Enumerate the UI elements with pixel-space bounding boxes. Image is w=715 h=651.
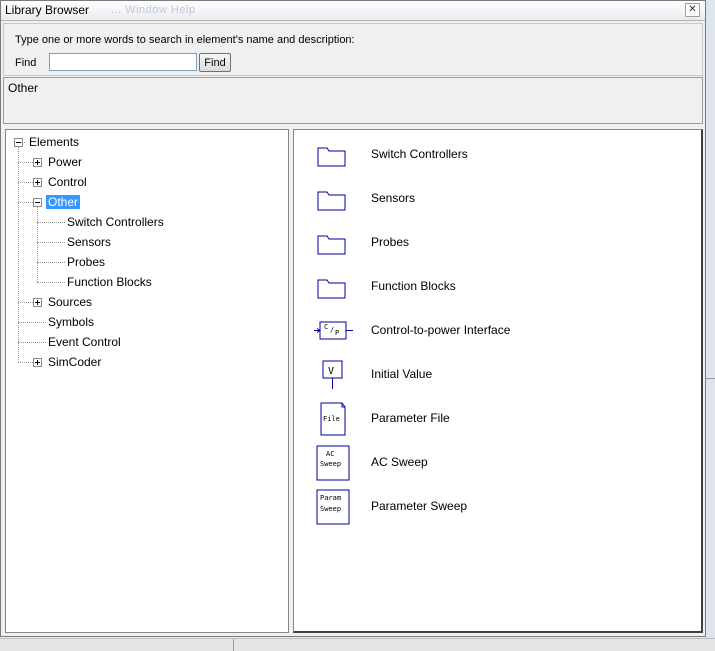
svg-text:P: P [335, 329, 339, 337]
svg-text:File: File [323, 415, 340, 423]
tree-node-label: Control [48, 175, 87, 189]
element-list[interactable]: Switch Controllers Sensors Probes Functi… [293, 129, 703, 633]
initial-value-icon: V [322, 360, 343, 389]
tree-node-label: SimCoder [48, 355, 102, 369]
list-item-initial-value[interactable]: V Initial Value [314, 355, 694, 395]
background-window-edge [705, 0, 715, 650]
tree-node-label: Sensors [67, 235, 112, 249]
tree-node-sources[interactable]: Sources [46, 293, 94, 311]
background-menu-ghost: ... Window Help [111, 4, 196, 16]
list-item-parameter-file[interactable]: File Parameter File [314, 399, 694, 439]
tree-node-simcoder[interactable]: SimCoder [46, 353, 103, 371]
folder-icon [317, 235, 346, 255]
tree-node-function-blocks[interactable]: Function Blocks [65, 273, 154, 291]
tree-node-symbols[interactable]: Symbols [46, 313, 96, 331]
parameter-file-icon: File [320, 402, 346, 436]
list-item-label: Parameter Sweep [371, 499, 468, 513]
search-panel: Type one or more words to search in elem… [3, 23, 703, 76]
tree-line-root [18, 147, 19, 362]
close-button[interactable]: ✕ [685, 3, 700, 17]
svg-text:Param: Param [320, 494, 341, 502]
list-item-label: Probes [371, 235, 410, 249]
tree-line-other [37, 207, 38, 282]
list-item-ac-sweep[interactable]: AC Sweep AC Sweep [314, 443, 694, 483]
svg-text:AC: AC [326, 450, 334, 458]
folder-icon [317, 279, 346, 299]
find-button[interactable]: Find [199, 53, 231, 72]
window-title: Library Browser [5, 3, 90, 17]
tree-node-label: Symbols [48, 315, 95, 329]
background-divider [706, 378, 715, 379]
tree-node-switch-controllers[interactable]: Switch Controllers [65, 213, 166, 231]
description-text: Other [8, 81, 39, 95]
expand-icon[interactable] [33, 158, 42, 167]
find-label: Find [15, 57, 37, 69]
list-item-control-to-power-interface[interactable]: C / P Control-to-power Interface [314, 311, 694, 351]
search-hint: Type one or more words to search in elem… [15, 34, 355, 46]
status-bar-separator [233, 639, 234, 651]
list-item-sensors[interactable]: Sensors [314, 179, 694, 219]
list-item-label: Switch Controllers [371, 147, 468, 161]
element-tree[interactable]: Elements Power Control Other Switch Cont… [5, 129, 289, 633]
tree-node-power[interactable]: Power [46, 153, 84, 171]
list-item-switch-controllers[interactable]: Switch Controllers [314, 135, 694, 175]
expand-icon[interactable] [33, 358, 42, 367]
svg-text:Sweep: Sweep [320, 505, 341, 513]
tree-node-label: Function Blocks [67, 275, 152, 289]
tree-node-label: Sources [48, 295, 93, 309]
list-item-probes[interactable]: Probes [314, 223, 694, 263]
tree-node-other[interactable]: Other [46, 193, 81, 211]
parameter-sweep-icon: Param Sweep [316, 489, 350, 525]
expand-icon[interactable] [33, 298, 42, 307]
folder-icon [317, 191, 346, 211]
tree-node-label: Elements [29, 135, 80, 149]
find-input[interactable] [49, 53, 197, 71]
tree-line [37, 242, 65, 243]
tree-line [18, 322, 46, 323]
background-status-bar [0, 638, 715, 651]
expand-icon[interactable] [33, 178, 42, 187]
tree-node-label: Event Control [48, 335, 121, 349]
list-item-label: AC Sweep [371, 455, 428, 469]
svg-text:V: V [328, 366, 334, 377]
list-item-parameter-sweep[interactable]: Param Sweep Parameter Sweep [314, 487, 694, 527]
tree-node-event-control[interactable]: Event Control [46, 333, 123, 351]
ac-sweep-icon: AC Sweep [316, 445, 350, 481]
list-item-label: Sensors [371, 191, 416, 205]
list-item-label: Control-to-power Interface [371, 323, 511, 337]
list-item-label: Initial Value [371, 367, 433, 381]
svg-text:Sweep: Sweep [320, 460, 341, 468]
svg-text:C: C [324, 323, 328, 331]
tree-line [37, 222, 65, 223]
tree-node-label: Probes [67, 255, 106, 269]
tree-node-label: Other [46, 195, 81, 209]
close-icon: ✕ [688, 4, 697, 15]
list-item-label: Function Blocks [371, 279, 456, 293]
title-bar[interactable]: Library Browser ... Window Help ✕ [1, 1, 705, 21]
svg-text:/: / [330, 326, 334, 334]
tree-node-elements[interactable]: Elements [27, 133, 81, 151]
description-panel: Other [3, 77, 703, 124]
collapse-icon[interactable] [14, 138, 23, 147]
tree-node-label: Power [48, 155, 83, 169]
tree-node-control[interactable]: Control [46, 173, 89, 191]
library-browser-window: Library Browser ... Window Help ✕ Type o… [0, 0, 706, 637]
tree-line [18, 342, 46, 343]
control-to-power-icon: C / P [314, 321, 353, 340]
tree-node-label: Switch Controllers [67, 215, 164, 229]
folder-icon [317, 147, 346, 167]
tree-line [37, 262, 65, 263]
collapse-icon[interactable] [33, 198, 42, 207]
list-item-label: Parameter File [371, 411, 450, 425]
list-item-function-blocks[interactable]: Function Blocks [314, 267, 694, 307]
tree-line [37, 282, 65, 283]
tree-node-probes[interactable]: Probes [65, 253, 107, 271]
tree-node-sensors[interactable]: Sensors [65, 233, 113, 251]
